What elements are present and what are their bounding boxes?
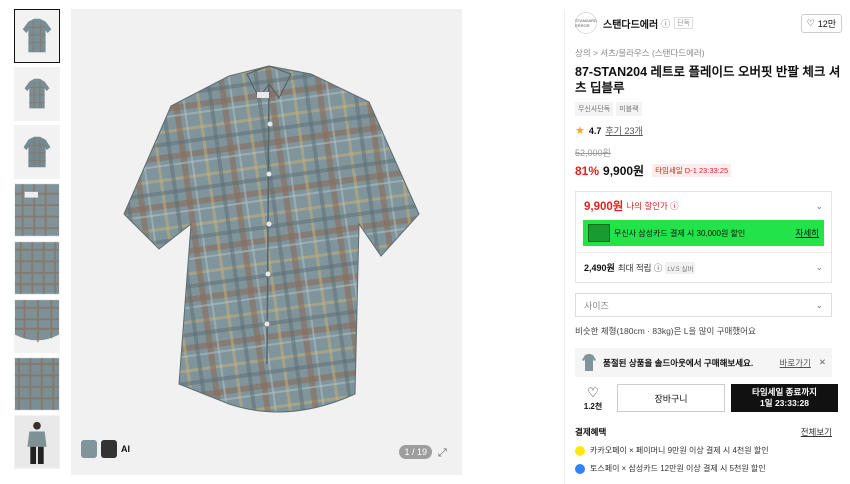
card-banner-text: 무신사 삼성카드 결제 시 30,000원 할인 xyxy=(614,228,746,238)
product-badges: 무신사단독 미블랙 xyxy=(575,102,842,116)
sale-price: 9,900원 xyxy=(603,164,645,178)
shirt-image xyxy=(123,65,420,413)
buy-button[interactable]: 타임세일 종료까지 1일 23:33:28 xyxy=(731,384,838,412)
size-select-placeholder: 사이즈 xyxy=(584,300,609,311)
breadcrumb[interactable]: 상의 > 셔츠/블라우스 (스탠다드에러) xyxy=(575,47,842,59)
swatch-icon xyxy=(101,440,117,458)
product-title: 87-STAN204 레트로 플레이드 오버핏 반팔 체크 셔츠 딥블루 xyxy=(575,65,841,95)
chevron-down-icon[interactable]: ⌄ xyxy=(815,201,823,212)
star-icon: ★ xyxy=(575,125,585,137)
buy-button-line2: 1일 23:33:28 xyxy=(760,398,809,408)
size-select[interactable]: 사이즈 ⌄ xyxy=(575,293,832,317)
thumbnail-list xyxy=(14,9,62,473)
level-badge: LV.5 실버 xyxy=(665,261,696,274)
brand-row: STANDARD ERROR 스탠다드에러 ⓘ 단독 ♡ 12만 xyxy=(575,9,842,37)
info-icon[interactable]: ⓘ xyxy=(661,17,670,30)
my-price-row[interactable]: 9,900원 나의 할인가 ⓘ ⌄ xyxy=(576,192,831,220)
brand-logo[interactable]: STANDARD ERROR xyxy=(575,12,597,34)
like-count: 1.2천 xyxy=(583,401,603,411)
badge: 미블랙 xyxy=(616,102,642,116)
kakaopay-icon xyxy=(575,445,585,456)
heart-outline-icon: ♡ xyxy=(587,384,599,400)
thumbnail-5[interactable] xyxy=(14,241,60,295)
payment-item-text: 토스페이 × 삼성카드 12만원 이상 결제 시 5천원 할인 xyxy=(590,464,766,473)
tosspay-icon xyxy=(575,463,585,474)
rating-score: 4.7 xyxy=(588,125,602,136)
brand-tag: 단독 xyxy=(674,17,694,29)
reviews-link[interactable]: 후기 23개 xyxy=(605,124,642,137)
original-price: 52,000원 xyxy=(575,148,611,158)
expand-icon[interactable]: ⤢ xyxy=(438,447,450,459)
payment-header: 결제혜택 전체보기 xyxy=(575,426,832,438)
main-product-image[interactable]: AI 1 / 19 ⤢ xyxy=(71,9,462,475)
buy-button-line1: 타임세일 종료까지 xyxy=(752,387,817,397)
image-counter: 1 / 19 xyxy=(399,445,432,459)
ai-label: AI xyxy=(121,444,130,454)
close-icon[interactable]: ✕ xyxy=(819,357,826,368)
brand-like-button[interactable]: ♡ 12만 xyxy=(800,13,842,33)
like-button[interactable]: ♡ 1.2천 xyxy=(575,385,611,412)
card-banner-link[interactable]: 자세히 xyxy=(796,227,819,239)
my-price: 9,900원 xyxy=(584,201,624,213)
soldout-link[interactable]: 바로가기 xyxy=(780,357,811,369)
ai-try-on-button[interactable]: AI xyxy=(81,435,141,463)
product-info-panel: STANDARD ERROR 스탠다드에러 ⓘ 단독 ♡ 12만 상의 > 셔츠… xyxy=(564,9,842,484)
payment-title: 결제혜택 xyxy=(575,427,607,437)
payment-view-all-link[interactable]: 전체보기 xyxy=(801,426,832,438)
points-label: 최대 적립 ⓘ xyxy=(617,262,663,273)
chevron-down-icon[interactable]: ⌄ xyxy=(815,262,823,273)
thumbnail-4[interactable] xyxy=(14,183,60,237)
badge: 무신사단독 xyxy=(575,102,614,116)
swatch-icon xyxy=(81,440,97,458)
card-discount-banner[interactable]: 무신사 삼성카드 결제 시 30,000원 할인 자세히 xyxy=(583,220,824,246)
payment-item: 카카오페이 × 페이머니 9만원 이상 결제 시 4천원 할인 xyxy=(575,445,832,456)
brand-like-count: 12만 xyxy=(817,18,836,29)
credit-card-icon xyxy=(588,224,610,242)
payment-benefits: 결제혜택 전체보기 카카오페이 × 페이머니 9만원 이상 결제 시 4천원 할… xyxy=(575,426,832,474)
my-price-box: 9,900원 나의 할인가 ⓘ ⌄ 무신사 삼성카드 결제 시 30,000원 … xyxy=(575,191,832,283)
thumbnail-1[interactable] xyxy=(14,9,60,63)
thumbnail-3[interactable] xyxy=(14,125,60,179)
size-recommendation: 비슷한 체형(180cm · 83kg)은 L을 많이 구매했어요 xyxy=(575,326,756,336)
brand-name[interactable]: 스탠다드에러 xyxy=(603,16,658,31)
thumbnail-6[interactable] xyxy=(14,299,60,353)
soldout-text: 품절된 상품을 솔드아웃에서 구매해보세요. xyxy=(603,357,754,368)
timesale-badge: 타임세일 D-1 23:33:25 xyxy=(652,164,732,177)
points-value: 2,490원 xyxy=(584,263,615,273)
purchase-actions: ♡ 1.2천 장바구니 타임세일 종료까지 1일 23:33:28 xyxy=(575,384,842,412)
thumbnail-8[interactable] xyxy=(14,415,60,469)
rating-row: ★ 4.7 후기 23개 xyxy=(575,124,842,137)
price-row: 81% 9,900원 타임세일 D-1 23:33:25 xyxy=(575,162,842,179)
my-price-label: 나의 할인가 ⓘ xyxy=(626,201,679,211)
thumbnail-2[interactable] xyxy=(14,67,60,121)
soldout-banner: 품절된 상품을 솔드아웃에서 구매해보세요. 바로가기 ✕ xyxy=(575,348,832,377)
heart-outline-icon: ♡ xyxy=(806,17,815,28)
thumbnail-7[interactable] xyxy=(14,357,60,411)
chevron-down-icon: ⌄ xyxy=(815,299,823,310)
cart-button[interactable]: 장바구니 xyxy=(617,384,725,412)
points-row[interactable]: 2,490원 최대 적립 ⓘ LV.5 실버 ⌄ xyxy=(576,252,831,282)
payment-item-text: 카카오페이 × 페이머니 9만원 이상 결제 시 4천원 할인 xyxy=(590,446,769,455)
shirt-thumbnail-icon xyxy=(582,353,596,371)
payment-item: 토스페이 × 삼성카드 12만원 이상 결제 시 5천원 할인 xyxy=(575,463,832,474)
discount-rate: 81% xyxy=(575,163,600,178)
